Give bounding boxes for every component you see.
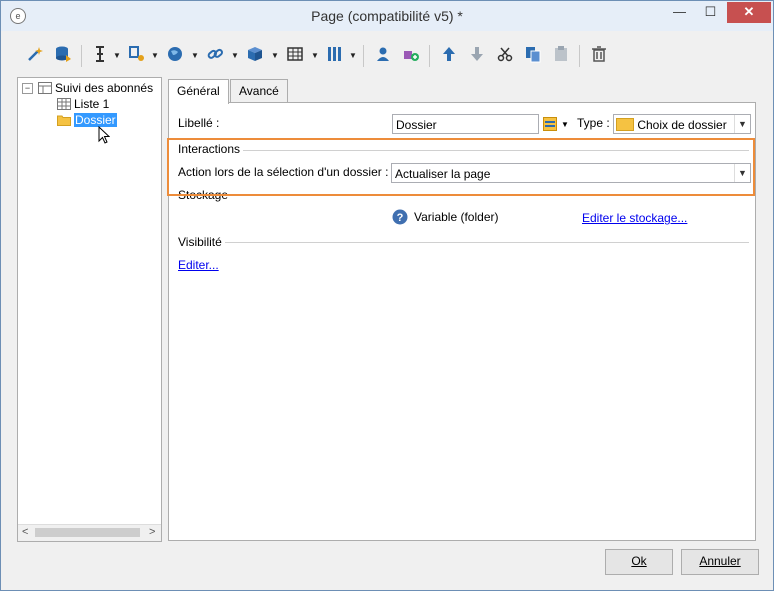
tree-item-label: Liste 1 — [74, 97, 110, 111]
toolbar-separator — [363, 45, 364, 67]
add-entity-icon[interactable] — [401, 45, 421, 67]
cancel-button[interactable]: Annuler — [681, 549, 759, 575]
tree-item-root[interactable]: Suivi des abonnés — [38, 81, 153, 95]
text-cursor-icon[interactable] — [91, 45, 109, 67]
text-picker-dropdown-arrow[interactable]: ▼ — [561, 120, 569, 129]
globe-icon[interactable] — [165, 45, 185, 67]
flowchart-dropdown-arrow[interactable]: ▼ — [151, 45, 159, 67]
link-dropdown-arrow[interactable]: ▼ — [231, 45, 239, 67]
type-select[interactable]: Choix de dossier ▼ — [613, 114, 751, 134]
tree-collapse-toggle[interactable]: − — [22, 83, 33, 94]
link-icon[interactable] — [205, 45, 225, 67]
type-label: Type : — [577, 116, 610, 130]
copy-icon[interactable] — [523, 45, 543, 67]
tree-item-label: Dossier — [74, 113, 117, 127]
scrollbar-thumb[interactable] — [35, 528, 140, 537]
chevron-down-icon[interactable]: ▼ — [734, 115, 750, 133]
svg-text:?: ? — [397, 212, 404, 224]
wand-icon[interactable] — [25, 45, 45, 67]
scroll-right-icon[interactable]: > — [149, 526, 155, 538]
storage-variable-text: Variable (folder) — [414, 210, 499, 224]
ok-button[interactable]: Ok — [605, 549, 673, 575]
tree-horizontal-scrollbar[interactable]: < > — [18, 524, 161, 541]
libelle-field[interactable]: Dossier — [392, 114, 539, 134]
columns-icon[interactable] — [325, 45, 345, 67]
libelle-label: Libellé : — [178, 116, 220, 130]
box-dropdown-arrow[interactable]: ▼ — [271, 45, 279, 67]
maximize-button[interactable]: ☐ — [697, 2, 724, 23]
edit-storage-link[interactable]: Editer le stockage... — [582, 211, 687, 225]
visibilite-section-title: Visibilité — [178, 235, 222, 249]
mouse-cursor-icon — [98, 125, 111, 147]
database-icon[interactable] — [53, 45, 73, 67]
tab-avance[interactable]: Avancé — [230, 79, 288, 102]
grid-icon — [57, 98, 71, 110]
form-icon — [38, 82, 52, 94]
toolbar-separator — [579, 45, 580, 67]
folder-icon — [57, 114, 71, 126]
highlight-box — [167, 138, 755, 196]
title-bar[interactable]: e Page (compatibilité v5) * — ☐ ✕ — [1, 1, 773, 31]
arrow-down-icon[interactable] — [467, 45, 487, 67]
ok-button-label: Ok — [631, 554, 647, 568]
tab-general[interactable]: Général — [168, 79, 229, 104]
text-picker-icon[interactable] — [543, 117, 557, 134]
tree-item-label: Suivi des abonnés — [55, 81, 154, 95]
minimize-button[interactable]: — — [666, 2, 693, 23]
close-button[interactable]: ✕ — [727, 2, 771, 23]
edit-visibility-link[interactable]: Editer... — [178, 258, 219, 272]
table-dropdown-arrow[interactable]: ▼ — [311, 45, 319, 67]
section-divider — [225, 242, 749, 243]
type-select-value: Choix de dossier — [637, 118, 727, 132]
tree-item-liste[interactable]: Liste 1 — [57, 97, 109, 111]
toolbar-separator — [81, 45, 82, 67]
box-icon[interactable] — [245, 45, 265, 67]
folder-icon — [616, 118, 634, 131]
cut-icon[interactable] — [495, 45, 515, 67]
tree-item-dossier[interactable]: Dossier — [57, 113, 117, 127]
dialog-window: e Page (compatibilité v5) * — ☐ ✕ ▼ ▼ ▼ … — [0, 0, 774, 591]
person-icon[interactable] — [373, 45, 393, 67]
toolbar-separator — [429, 45, 430, 67]
flowchart-icon[interactable] — [127, 45, 147, 67]
window-title: Page (compatibilité v5) * — [311, 8, 463, 24]
text-dropdown-arrow[interactable]: ▼ — [113, 45, 121, 67]
arrow-up-icon[interactable] — [439, 45, 459, 67]
trash-icon[interactable] — [589, 45, 609, 67]
help-icon: ? — [392, 209, 408, 228]
table-icon[interactable] — [285, 45, 305, 67]
paste-icon[interactable] — [551, 45, 571, 67]
scroll-left-icon[interactable]: < — [22, 526, 28, 538]
cancel-button-label: Annuler — [699, 554, 741, 568]
tree-view[interactable]: − Suivi des abonnés Liste 1 Dossier < > — [17, 77, 162, 542]
columns-dropdown-arrow[interactable]: ▼ — [349, 45, 357, 67]
globe-dropdown-arrow[interactable]: ▼ — [191, 45, 199, 67]
toolbar: ▼ ▼ ▼ ▼ ▼ ▼ ▼ — [17, 41, 613, 71]
